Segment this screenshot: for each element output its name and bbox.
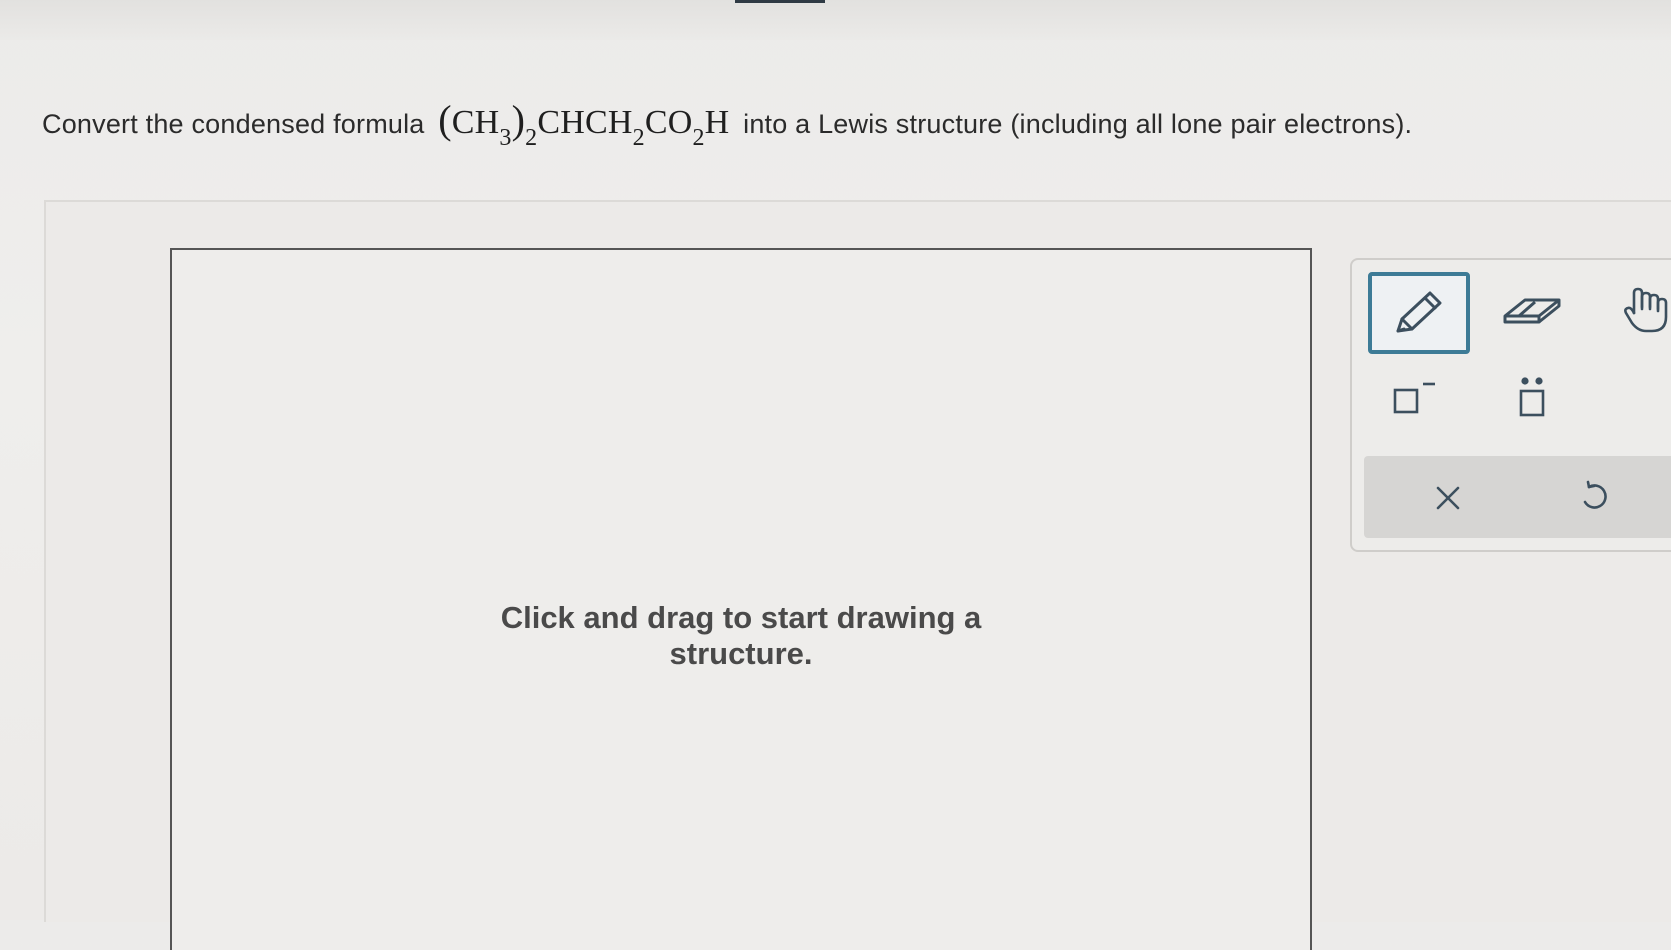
lone-pair-tool-button[interactable] [1502, 368, 1562, 428]
condensed-formula: (CH3)2CHCH2CO2H [438, 97, 730, 151]
lone-pair-icon [1519, 377, 1545, 417]
eraser-icon [1503, 298, 1561, 324]
hand-icon [1624, 287, 1668, 333]
charge-icon [1393, 382, 1435, 414]
pencil-tool-button[interactable] [1368, 272, 1470, 354]
undo-button[interactable] [1562, 466, 1626, 530]
charge-tool-button[interactable] [1384, 368, 1444, 428]
clear-button[interactable] [1416, 466, 1480, 530]
drawing-toolbox [1350, 258, 1671, 552]
eraser-tool-button[interactable] [1492, 278, 1572, 342]
question-prefix: Convert the condensed formula [42, 109, 425, 139]
hand-tool-button[interactable] [1614, 278, 1671, 342]
close-icon [1436, 486, 1460, 510]
pencil-icon [1396, 291, 1442, 333]
canvas-hint: Click and drag to start drawing a struct… [500, 600, 982, 671]
top-bar [0, 0, 1671, 40]
action-bar [1364, 456, 1671, 538]
drawing-canvas[interactable]: Click and drag to start drawing a struct… [170, 248, 1312, 950]
question-text: Convert the condensed formula (CH3)2CHCH… [42, 96, 1413, 151]
undo-icon [1583, 480, 1607, 509]
question-suffix: into a Lewis structure (including all lo… [743, 109, 1413, 139]
active-tab-indicator [735, 0, 825, 3]
